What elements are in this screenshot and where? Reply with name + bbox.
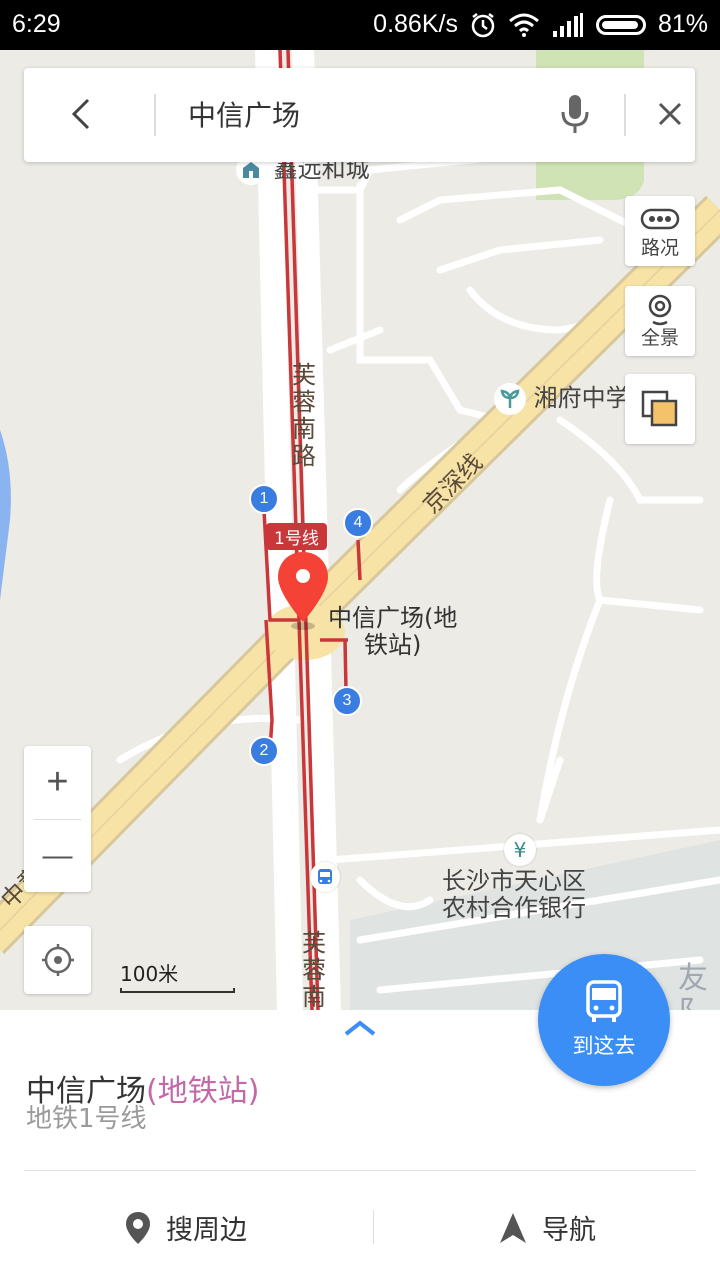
district-label: 友阝 xyxy=(678,961,708,1010)
back-arrow-icon[interactable] xyxy=(64,96,100,132)
location-pin-icon[interactable] xyxy=(275,550,331,630)
place-line-info: 地铁1号线 xyxy=(26,1104,147,1134)
poi-xiangfu-label: 湘府中学 xyxy=(533,384,630,412)
layers-button[interactable] xyxy=(625,374,695,444)
search-divider-2 xyxy=(624,94,626,136)
panorama-icon xyxy=(648,294,672,326)
traffic-icon xyxy=(640,208,680,230)
traffic-label: 路况 xyxy=(640,237,679,259)
panorama-label: 全景 xyxy=(640,327,679,349)
scale-bar xyxy=(120,988,235,993)
navigate-label: 导航 xyxy=(542,1215,596,1246)
traffic-button[interactable]: 路况 xyxy=(625,196,695,266)
chevron-up-icon[interactable] xyxy=(342,1018,378,1038)
network-speed: 0.86K/s xyxy=(373,10,458,38)
exit-marker-3[interactable]: 3 xyxy=(332,686,362,716)
scale-label: 100米 xyxy=(120,962,179,986)
signal-icon xyxy=(552,12,583,37)
panorama-button[interactable]: 全景 xyxy=(625,286,695,356)
status-bar: 6:29 0.86K/s 81% xyxy=(0,0,720,50)
poi-xiangfu[interactable]: 湘府中学 xyxy=(494,383,630,415)
place-name-type: (地铁站) xyxy=(146,1074,260,1109)
search-input[interactable]: 中信广场 xyxy=(188,94,300,134)
exit-marker-4[interactable]: 4 xyxy=(343,508,373,538)
location-marker-icon xyxy=(126,1211,150,1244)
layers-icon xyxy=(641,390,678,427)
bus-icon xyxy=(586,980,622,1022)
alarm-icon xyxy=(471,12,495,37)
search-bar: 中信广场 xyxy=(24,68,695,162)
status-icons: 0.86K/s 81% xyxy=(373,10,708,39)
battery-icon xyxy=(595,14,646,35)
map-scale: 100米 xyxy=(120,958,235,993)
search-divider xyxy=(154,94,156,136)
action-divider xyxy=(373,1210,374,1244)
zoom-in-button[interactable]: + xyxy=(24,746,91,819)
wifi-icon xyxy=(508,13,539,37)
crosshair-icon xyxy=(42,944,74,976)
bank-icon[interactable]: ¥ xyxy=(504,834,536,866)
status-time: 6:29 xyxy=(12,10,61,38)
navigate-button[interactable]: 导航 xyxy=(498,1208,596,1247)
goto-button[interactable]: 到这去 xyxy=(538,954,670,1086)
road-label-furong-bottom: 芙蓉南 xyxy=(302,929,326,1010)
zoom-out-button[interactable]: — xyxy=(24,819,91,892)
exit-marker-2[interactable]: 2 xyxy=(249,736,279,766)
panel-divider xyxy=(24,1170,696,1171)
navigation-arrow-icon xyxy=(500,1212,526,1243)
search-nearby-label: 搜周边 xyxy=(166,1215,247,1246)
search-nearby-button[interactable]: 搜周边 xyxy=(124,1208,247,1247)
close-icon[interactable] xyxy=(654,98,686,130)
microphone-icon[interactable] xyxy=(558,92,592,136)
locate-button[interactable] xyxy=(24,926,91,994)
school-icon xyxy=(500,389,520,408)
goto-label: 到这去 xyxy=(572,1034,636,1058)
map-view[interactable]: 鑫远和城 湘府中学 芙蓉南路 芙蓉南 京深线 中意二路 1号线 中信广场(地 铁… xyxy=(0,50,720,1010)
subway-line-badge: 1号线 xyxy=(266,523,327,550)
bank-label: 长沙市天心区 农村合作银行 xyxy=(442,867,586,922)
exit-marker-1[interactable]: 1 xyxy=(249,484,279,514)
building-icon xyxy=(243,162,259,178)
battery-percent: 81% xyxy=(657,10,708,38)
station-label: 中信广场(地 铁站) xyxy=(328,604,458,659)
road-label-furong: 芙蓉南路 xyxy=(292,361,316,470)
bus-stop-icon[interactable] xyxy=(310,862,340,892)
zoom-controls: + — xyxy=(24,746,91,892)
